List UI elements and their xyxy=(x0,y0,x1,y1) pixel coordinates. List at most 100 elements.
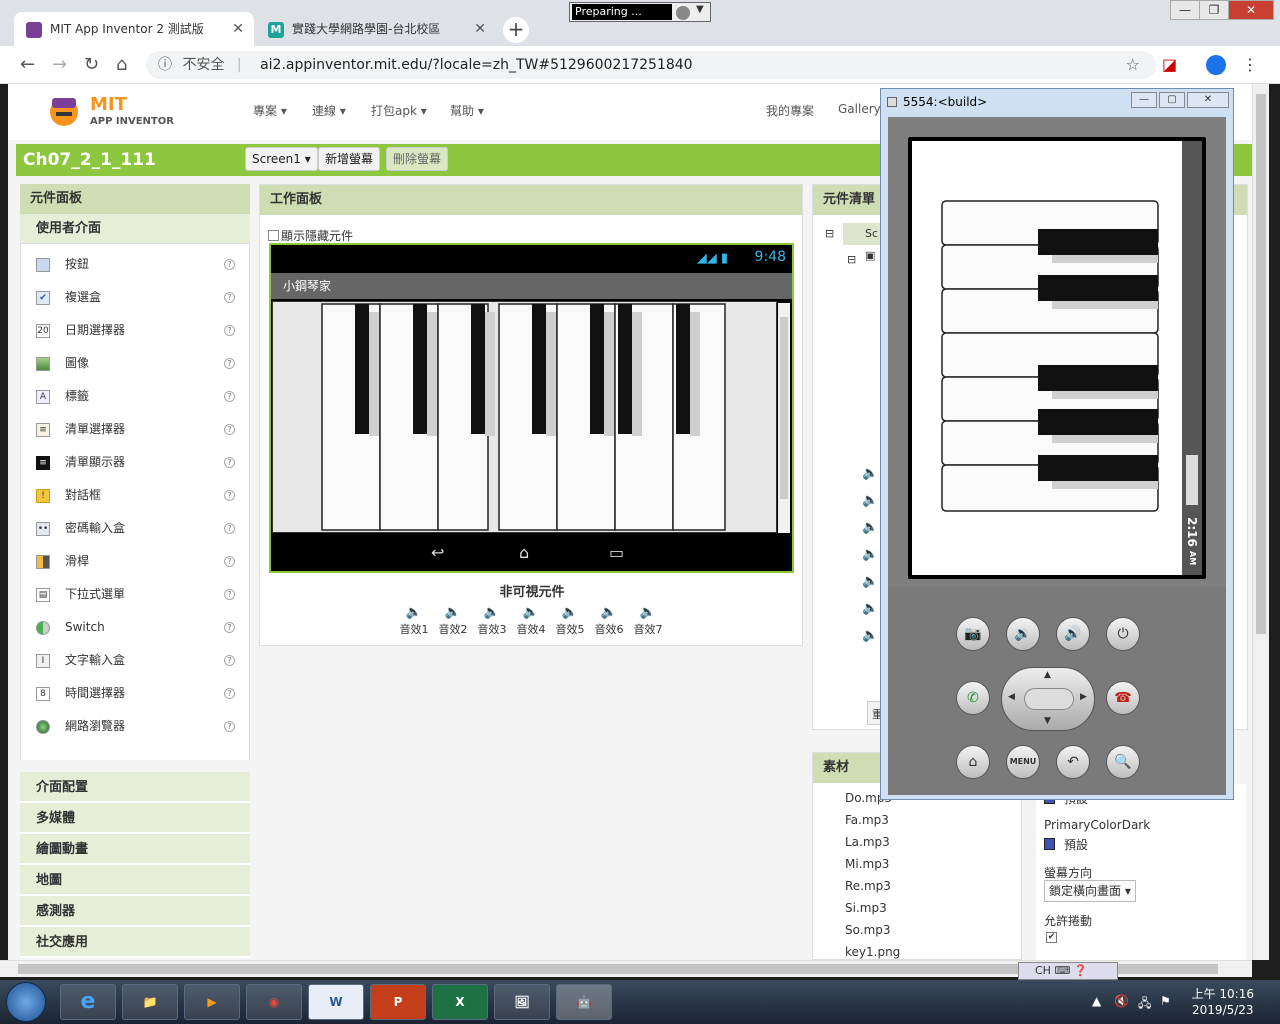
help-icon[interactable]: ? xyxy=(224,490,235,501)
help-icon[interactable]: ? xyxy=(224,457,235,468)
menu-project[interactable]: 專案 ▾ xyxy=(253,102,287,119)
palette-item-switch[interactable]: Switch? xyxy=(21,611,249,644)
menu-help[interactable]: 幫助 ▾ xyxy=(450,102,484,119)
palette-item-listview[interactable]: ≡ 清單顯示器? xyxy=(21,446,249,479)
help-icon[interactable]: ? xyxy=(224,292,235,303)
android-taskbar-icon[interactable]: 🤖 xyxy=(556,984,612,1020)
sound-component-3[interactable]: 🔈 音效3 xyxy=(473,605,511,637)
menu-connect[interactable]: 連線 ▾ xyxy=(312,102,346,119)
palette-group-maps[interactable]: 地圖 xyxy=(20,865,250,896)
tray-expand-icon[interactable]: ▲ xyxy=(1092,994,1101,1008)
media-player-taskbar-icon[interactable]: ▶ xyxy=(184,984,240,1020)
dpad-left-icon[interactable]: ◀ xyxy=(1008,692,1015,702)
help-icon[interactable]: ? xyxy=(224,721,235,732)
palette-group-sensors[interactable]: 感測器 xyxy=(20,896,250,927)
home-icon[interactable]: ⌂ xyxy=(116,54,127,75)
remove-screen-button[interactable]: 刪除螢幕 xyxy=(386,147,449,171)
palette-group-social[interactable]: 社交應用 xyxy=(20,927,250,958)
dpad-up-icon[interactable]: ▲ xyxy=(1044,670,1051,680)
help-icon[interactable]: ? xyxy=(224,259,235,270)
menu-gallery[interactable]: Gallery xyxy=(838,102,881,116)
primary-dark-swatch[interactable] xyxy=(1044,838,1055,850)
palette-item-passwordtextbox[interactable]: •• 密碼輸入盒? xyxy=(21,512,249,545)
close-window-icon[interactable]: ✕ xyxy=(1228,0,1274,20)
emulator-piano[interactable] xyxy=(912,141,1182,575)
home-key-icon[interactable]: ⌂ xyxy=(956,745,990,779)
page-vertical-scrollbar[interactable] xyxy=(1252,84,1269,960)
minimize-icon[interactable]: — xyxy=(1170,0,1200,20)
maximize-icon[interactable]: ❐ xyxy=(1199,0,1229,20)
orientation-dropdown[interactable]: 鎖定橫向畫面 ▾ xyxy=(1044,880,1136,902)
help-icon[interactable]: ? xyxy=(224,688,235,699)
palette-group-media[interactable]: 多媒體 xyxy=(20,803,250,834)
sound-component-2[interactable]: 🔈 音效2 xyxy=(434,605,472,637)
palette-item-datepicker[interactable]: 20 日期選擇器? xyxy=(21,314,249,347)
dropdown-arrow-icon[interactable]: ▼ xyxy=(696,4,704,15)
palette-item-timepicker[interactable]: 8 時間選擇器? xyxy=(21,677,249,710)
piano-keys-image[interactable] xyxy=(273,302,776,532)
info-icon[interactable]: ⓘ xyxy=(158,57,172,73)
chrome-taskbar-icon[interactable]: ◉ xyxy=(246,984,302,1020)
media-file[interactable]: Re.mp3 xyxy=(845,879,891,893)
palette-item-label[interactable]: A 標籤? xyxy=(21,380,249,413)
scrollable-checkbox[interactable]: ✔ xyxy=(1046,932,1057,943)
media-file[interactable]: La.mp3 xyxy=(845,835,890,849)
primary-dark-value[interactable]: 預設 xyxy=(1064,836,1088,853)
collapse-icon[interactable]: ⊟ xyxy=(847,253,856,266)
media-file[interactable]: Fa.mp3 xyxy=(845,813,889,827)
ime-toolbar[interactable]: CH ⌨ ❓ xyxy=(1018,962,1118,980)
help-icon[interactable]: ? xyxy=(224,358,235,369)
palette-item-checkbox[interactable]: ✔ 複選盒? xyxy=(21,281,249,314)
palette-group-layout[interactable]: 介面配置 xyxy=(20,772,250,803)
bookmark-star-icon[interactable]: ☆ xyxy=(1126,51,1140,79)
help-icon[interactable]: ? xyxy=(224,325,235,336)
menu-build[interactable]: 打包apk ▾ xyxy=(371,102,427,119)
acrobat-extension-icon[interactable]: ◪ xyxy=(1162,55,1177,74)
help-icon[interactable]: ? xyxy=(224,655,235,666)
ie-taskbar-icon[interactable]: e xyxy=(60,984,116,1020)
start-button[interactable] xyxy=(6,982,46,1022)
palette-item-image[interactable]: 圖像? xyxy=(21,347,249,380)
show-hidden-checkbox[interactable]: 顯示隱藏元件 xyxy=(268,227,353,244)
dpad-control[interactable]: ▲ ▼ ◀ ▶ xyxy=(1001,667,1095,731)
reload-icon[interactable]: ↻ xyxy=(84,54,99,75)
palette-item-textbox[interactable]: I 文字輸入盒? xyxy=(21,644,249,677)
media-file[interactable]: Si.mp3 xyxy=(845,901,887,915)
back-key-icon[interactable]: ↶ xyxy=(1056,745,1090,779)
volume-down-key-icon[interactable]: 🔉 xyxy=(1006,617,1040,651)
mit-logo[interactable]: MIT APP INVENTOR xyxy=(44,88,174,136)
end-call-key-icon[interactable]: ☎ xyxy=(1106,681,1140,715)
help-icon[interactable]: ? xyxy=(224,589,235,600)
back-icon[interactable]: ← xyxy=(20,54,35,75)
tree-item-screen1[interactable]: Sc xyxy=(843,223,883,245)
piano-keyboard[interactable] xyxy=(272,301,777,533)
help-icon[interactable]: ? xyxy=(224,556,235,567)
emulator-screen[interactable]: 小鋼琴家 2:16 AM xyxy=(908,137,1206,579)
call-key-icon[interactable]: ✆ xyxy=(956,681,990,715)
close-icon[interactable]: ✕ xyxy=(1187,92,1229,108)
help-icon[interactable]: ? xyxy=(224,424,235,435)
volume-muted-icon[interactable]: 🔇 xyxy=(1114,994,1129,1008)
camera-key-icon[interactable]: 📷 xyxy=(956,617,990,651)
dpad-down-icon[interactable]: ▼ xyxy=(1044,716,1051,726)
collapse-icon[interactable]: ⊟ xyxy=(825,227,834,240)
action-center-icon[interactable]: ⚑ xyxy=(1160,994,1171,1008)
sound-component-1[interactable]: 🔈 音效1 xyxy=(395,605,433,637)
sound-component-4[interactable]: 🔈 音效4 xyxy=(512,605,550,637)
android-emulator-window[interactable]: 5554:<build> — ▢ ✕ 小鋼琴家 2:16 AM 📷 🔉 🔊 ⏻ … xyxy=(880,88,1234,800)
emulator-taskbar-icon[interactable]: 🖼 xyxy=(494,984,550,1020)
forward-icon[interactable]: → xyxy=(52,54,67,75)
preview-scrollbar[interactable] xyxy=(778,303,790,533)
address-bar[interactable]: ⓘ 不安全 | ai2.appinventor.mit.edu/?locale=… xyxy=(146,51,1156,79)
dpad-center-button[interactable] xyxy=(1024,688,1074,710)
close-tab-icon[interactable]: ✕ xyxy=(232,12,244,46)
palette-item-button[interactable]: 按鈕? xyxy=(21,248,249,281)
help-icon[interactable]: ? xyxy=(224,391,235,402)
tab-app-inventor[interactable]: MIT App Inventor 2 測試版 ✕ xyxy=(14,12,254,46)
sound-component-6[interactable]: 🔈 音效6 xyxy=(590,605,628,637)
search-key-icon[interactable]: 🔍 xyxy=(1106,745,1140,779)
screen-select-button[interactable]: Screen1 ▾ xyxy=(245,147,318,171)
help-icon[interactable]: ? xyxy=(224,622,235,633)
media-file[interactable]: key1.png xyxy=(845,945,900,959)
word-taskbar-icon[interactable]: W xyxy=(308,984,364,1020)
